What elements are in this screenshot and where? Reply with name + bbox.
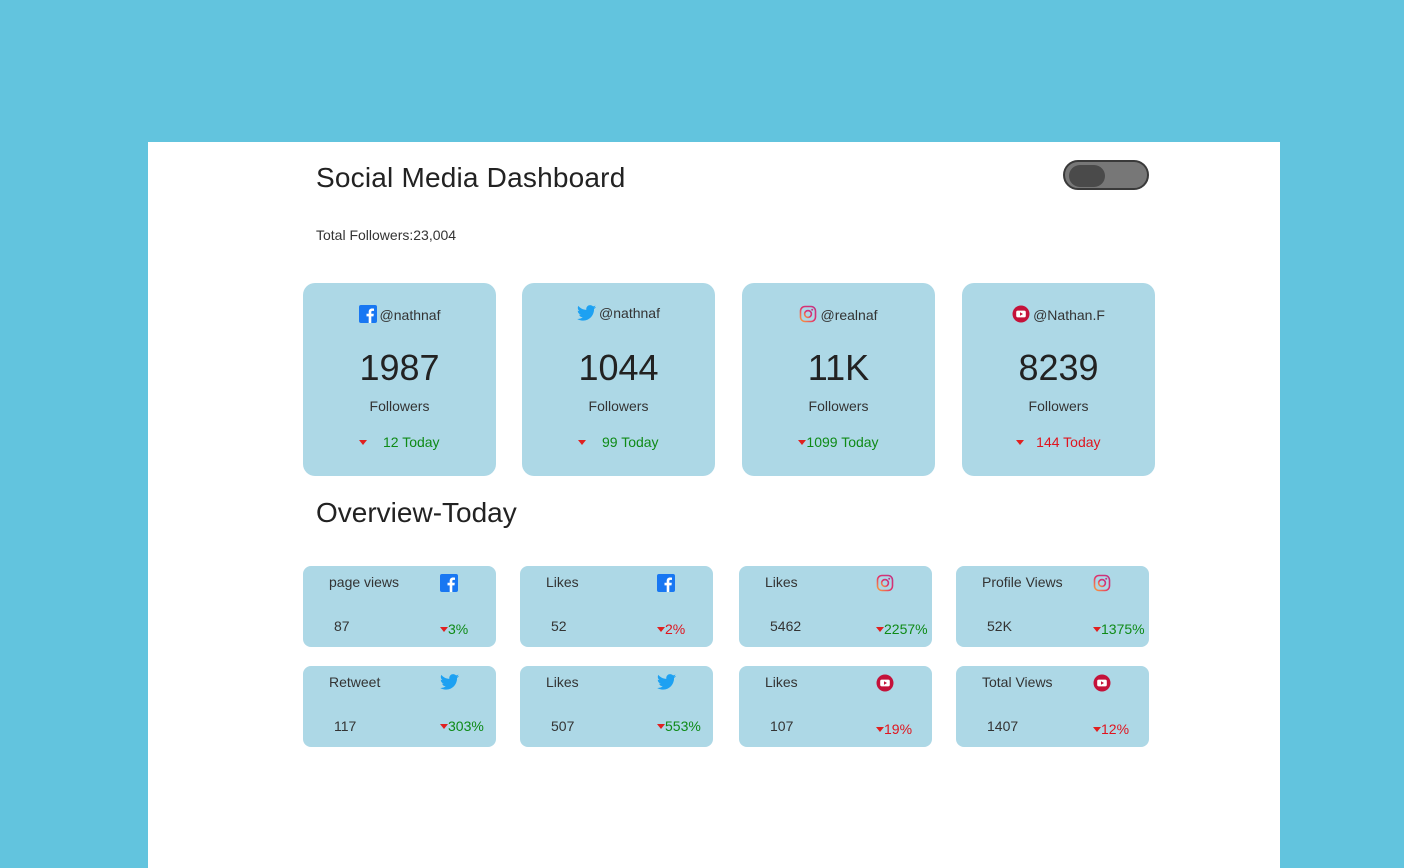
metric-change: 303% [440,718,484,734]
facebook-icon [440,574,458,592]
metric-change-text: 19% [884,721,913,737]
overview-card: Likes 52 2% [520,566,713,647]
today-change: 12 Today [303,434,496,450]
metric-change-text: 12% [1101,721,1130,737]
metric-value: 87 [334,618,350,634]
metric-change: 2% [657,621,685,637]
twitter-icon [440,674,459,690]
youtube-icon [876,674,894,692]
youtube-icon [1012,305,1030,323]
metric-label: page views [329,574,400,590]
today-change-text: 99 Today [601,434,659,450]
down-arrow-icon [440,724,448,729]
overview-card: Likes 507 553% [520,666,713,747]
follower-count: 8239 [1018,347,1099,388]
followers-card-youtube: @Nathan.F 8239 Followers 144 Today [962,283,1155,476]
followers-label: Followers [1028,398,1089,414]
today-change-text: 144 Today [1036,434,1101,450]
metric-value: 52K [987,618,1012,634]
instagram-icon [876,574,894,592]
down-arrow-icon [1016,440,1025,445]
metric-label: Likes [546,574,579,590]
down-arrow-icon [440,627,448,632]
metric-change: 3% [440,621,468,637]
metric-value: 52 [551,618,567,634]
followers-card-twitter: @nathnaf 1044 Followers 99 Today [522,283,715,476]
overview-card: Likes 5462 2257% [739,566,932,647]
overview-title: Overview-Today [316,497,517,528]
metric-label: Likes [765,574,798,590]
metric-value: 5462 [770,618,802,634]
dark-mode-toggle[interactable] [1063,160,1149,190]
down-arrow-icon [1093,727,1101,732]
metric-change: 553% [657,718,701,734]
toggle-knob[interactable] [1069,165,1105,187]
facebook-icon [657,574,675,592]
instagram-icon [1093,574,1111,592]
follower-count: 1987 [359,347,440,388]
metric-value: 107 [770,718,794,734]
metric-change-text: 2% [665,621,686,637]
total-followers: Total Followers:23,004 [316,227,457,243]
down-arrow-icon [657,724,665,729]
follower-count: 11K [807,347,870,388]
metric-value: 507 [551,718,575,734]
youtube-icon [1093,674,1111,692]
followers-card-facebook: @nathnaf 1987 Followers 12 Today [303,283,496,476]
metric-value: 1407 [987,718,1019,734]
down-arrow-icon [876,627,884,632]
down-arrow-icon [359,440,368,445]
today-change: 1099 Today [742,434,935,450]
followers-label: Followers [808,398,869,414]
follower-count: 1044 [578,347,659,388]
metric-change-text: 2257% [884,621,928,637]
page-title: Social Media Dashboard [316,162,626,193]
overview-card: Total Views 1407 12% [956,666,1149,747]
metric-change: 19% [876,721,912,737]
facebook-icon [358,305,377,323]
metric-change-text: 303% [448,718,484,734]
account-handle: @realnaf [820,307,878,323]
metric-label: Likes [546,674,579,690]
metric-change-text: 553% [665,718,701,734]
account-handle: @nathnaf [379,307,441,323]
followers-label: Followers [588,398,649,414]
down-arrow-icon [578,440,587,445]
overview-card: page views 87 3% [303,566,496,647]
today-change-text: 12 Today [382,434,440,450]
twitter-icon [577,305,597,321]
today-change: 144 Today [962,434,1155,450]
down-arrow-icon [1093,627,1101,632]
overview-card: Profile Views 52K 1375% [956,566,1149,647]
followers-card-instagram: @realnaf 11K Followers 1099 Today [742,283,935,476]
metric-label: Likes [765,674,798,690]
overview-card: Likes 107 19% [739,666,932,747]
down-arrow-icon [876,727,884,732]
twitter-icon [657,674,676,690]
instagram-icon [800,305,817,323]
today-change: 99 Today [522,434,715,450]
today-change-text: 1099 Today [806,434,879,450]
metric-change: 2257% [876,621,928,637]
metric-label: Profile Views [982,574,1063,590]
metric-change: 1375% [1093,621,1145,637]
account-handle: @nathnaf [599,305,660,321]
metric-change-text: 3% [448,621,469,637]
metric-value: 117 [334,718,357,734]
metric-change: 12% [1093,721,1129,737]
metric-label: Retweet [329,674,381,690]
metric-label: Total Views [982,674,1053,690]
account-handle: @Nathan.F [1033,307,1105,323]
down-arrow-icon [657,627,665,632]
overview-card: Retweet 117 303% [303,666,496,747]
dashboard-panel: Social Media Dashboard Total Followers:2… [148,142,1280,868]
followers-label: Followers [369,398,430,414]
metric-change-text: 1375% [1101,621,1145,637]
